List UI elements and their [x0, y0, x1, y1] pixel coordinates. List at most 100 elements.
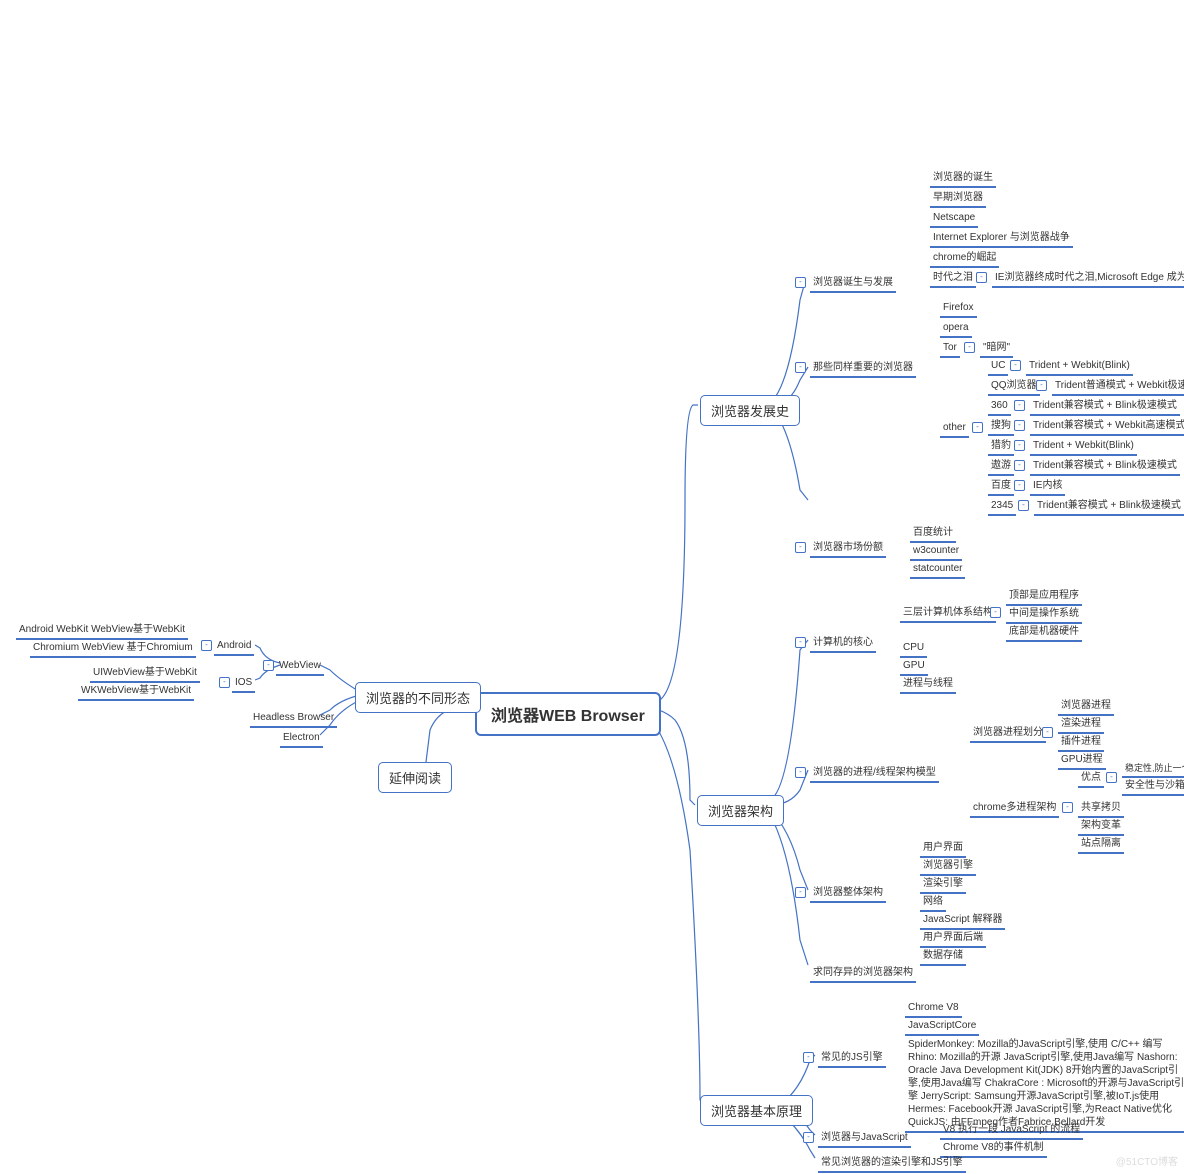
leaf-t3[interactable]: 底部是机器硬件: [1006, 624, 1082, 642]
hub-reading[interactable]: 延伸阅读: [378, 762, 452, 793]
node-core[interactable]: 计算机的核心: [810, 635, 876, 653]
leaf-w7[interactable]: 数据存储: [920, 948, 966, 966]
toggle-icon[interactable]: -: [990, 607, 1001, 618]
node-share[interactable]: 浏览器市场份额: [810, 540, 886, 558]
toggle-icon[interactable]: -: [795, 637, 806, 648]
toggle-icon[interactable]: -: [1014, 440, 1025, 451]
leaf-m3[interactable]: 站点隔离: [1078, 836, 1124, 854]
node-rend[interactable]: 常见浏览器的渲染引擎和JS引擎: [818, 1155, 966, 1173]
node-important[interactable]: 那些同样重要的浏览器: [810, 360, 916, 378]
toggle-icon[interactable]: -: [1014, 480, 1025, 491]
toggle-icon[interactable]: -: [1014, 400, 1025, 411]
leaf-bd[interactable]: 百度: [988, 478, 1014, 496]
toggle-icon[interactable]: -: [1062, 802, 1073, 813]
leaf-op[interactable]: opera: [940, 320, 972, 338]
leaf-adv[interactable]: 优点: [1078, 770, 1104, 788]
node-birth-dev[interactable]: 浏览器诞生与发展: [810, 275, 896, 293]
leaf-qqn[interactable]: Trident普通模式 + Webkit极速模式: [1052, 378, 1184, 396]
leaf-sgn[interactable]: Trident兼容模式 + Webkit高速模式: [1030, 418, 1184, 436]
leaf-w4[interactable]: 网络: [920, 894, 946, 912]
leaf-2345[interactable]: 2345: [988, 498, 1016, 516]
toggle-icon[interactable]: -: [219, 677, 230, 688]
hub-forms[interactable]: 浏览器的不同形态: [355, 682, 481, 713]
root-node[interactable]: 浏览器WEB Browser: [475, 692, 661, 736]
leaf-a2[interactable]: 安全性与沙箱化: [1122, 778, 1184, 796]
toggle-icon[interactable]: -: [795, 542, 806, 553]
toggle-icon[interactable]: -: [803, 1132, 814, 1143]
node-whole[interactable]: 浏览器整体架构: [810, 885, 886, 903]
leaf-m2[interactable]: 架构变革: [1078, 818, 1124, 836]
toggle-icon[interactable]: -: [1014, 460, 1025, 471]
leaf-a2[interactable]: Chromium WebView 基于Chromium: [30, 640, 196, 658]
leaf-jsc[interactable]: JavaScriptCore: [905, 1018, 979, 1036]
hub-arch[interactable]: 浏览器架构: [697, 795, 784, 826]
node-diff[interactable]: 求同存异的浏览器架构: [810, 965, 916, 983]
leaf-w3[interactable]: 渲染引擎: [920, 876, 966, 894]
leaf-gpu[interactable]: GPU: [900, 658, 928, 676]
leaf-f1[interactable]: V8 执行一段 JavaScript 的流程: [940, 1122, 1083, 1140]
leaf-thr[interactable]: 进程与线程: [900, 676, 956, 694]
leaf-i2[interactable]: WKWebView基于WebKit: [78, 683, 194, 701]
leaf-360[interactable]: 360: [988, 398, 1011, 416]
leaf-jslong[interactable]: SpiderMonkey: Mozilla的JavaScript引擎,使用 C/…: [905, 1036, 1184, 1133]
toggle-icon[interactable]: -: [803, 1052, 814, 1063]
leaf-w2[interactable]: 浏览器引擎: [920, 858, 976, 876]
node-proc[interactable]: 浏览器的进程/线程架构模型: [810, 765, 939, 783]
leaf-b6a[interactable]: IE浏览器终成时代之泪,Microsoft Edge 成为Win11默认浏览器: [992, 270, 1184, 288]
leaf-a1[interactable]: 稳定性,防止一个页面崩溃影响整个浏览器: [1122, 760, 1184, 778]
leaf-i1[interactable]: UIWebView基于WebKit: [90, 665, 200, 683]
toggle-icon[interactable]: -: [201, 640, 212, 651]
leaf-d1[interactable]: 浏览器进程: [1058, 698, 1114, 716]
leaf-d2[interactable]: 渲染进程: [1058, 716, 1104, 734]
leaf-uc[interactable]: UC: [988, 358, 1008, 376]
leaf-lbn[interactable]: Trident + Webkit(Blink): [1030, 438, 1137, 456]
leaf-div[interactable]: 浏览器进程划分: [970, 725, 1046, 743]
toggle-icon[interactable]: -: [964, 342, 975, 353]
node-ios[interactable]: IOS: [232, 675, 255, 693]
leaf-w5[interactable]: JavaScript 解释器: [920, 912, 1005, 930]
leaf-w6[interactable]: 用户界面后端: [920, 930, 986, 948]
toggle-icon[interactable]: -: [1036, 380, 1047, 391]
leaf-d4[interactable]: GPU进程: [1058, 752, 1106, 770]
leaf-lb[interactable]: 猎豹: [988, 438, 1014, 456]
toggle-icon[interactable]: -: [795, 767, 806, 778]
leaf-b2[interactable]: 早期浏览器: [930, 190, 986, 208]
leaf-b6[interactable]: 时代之泪: [930, 270, 976, 288]
leaf-qq[interactable]: QQ浏览器: [988, 378, 1040, 396]
toggle-icon[interactable]: -: [1014, 420, 1025, 431]
hub-principle[interactable]: 浏览器基本原理: [700, 1095, 813, 1126]
toggle-icon[interactable]: -: [976, 272, 987, 283]
hub-history[interactable]: 浏览器发展史: [700, 395, 800, 426]
toggle-icon[interactable]: -: [795, 362, 806, 373]
leaf-b5[interactable]: chrome的崛起: [930, 250, 999, 268]
leaf-360n[interactable]: Trident兼容模式 + Blink极速模式: [1030, 398, 1180, 416]
leaf-w3c[interactable]: w3counter: [910, 543, 962, 561]
toggle-icon[interactable]: -: [1042, 727, 1053, 738]
leaf-b4[interactable]: Internet Explorer 与浏览器战争: [930, 230, 1073, 248]
leaf-a1[interactable]: Android WebKit WebView基于WebKit: [16, 622, 188, 640]
leaf-sg[interactable]: 搜狗: [988, 418, 1014, 436]
node-android[interactable]: Android: [214, 638, 254, 656]
leaf-t2[interactable]: 中间是操作系统: [1006, 606, 1082, 624]
toggle-icon[interactable]: -: [1010, 360, 1021, 371]
node-bj[interactable]: 浏览器与JavaScript: [818, 1130, 911, 1148]
leaf-tier[interactable]: 三层计算机体系结构: [900, 605, 996, 623]
leaf-cpu[interactable]: CPU: [900, 640, 927, 658]
leaf-m1[interactable]: 共享拷贝: [1078, 800, 1124, 818]
leaf-ay[interactable]: 遨游: [988, 458, 1014, 476]
toggle-icon[interactable]: -: [795, 887, 806, 898]
leaf-tor[interactable]: Tor: [940, 340, 960, 358]
leaf-tornote[interactable]: "暗网": [980, 340, 1013, 358]
leaf-b3[interactable]: Netscape: [930, 210, 978, 228]
leaf-2345n[interactable]: Trident兼容模式 + Blink极速模式: [1034, 498, 1184, 516]
leaf-t1[interactable]: 顶部是应用程序: [1006, 588, 1082, 606]
leaf-ucn[interactable]: Trident + Webkit(Blink): [1026, 358, 1133, 376]
leaf-w1[interactable]: 用户界面: [920, 840, 966, 858]
node-headless[interactable]: Headless Browser: [250, 710, 337, 728]
toggle-icon[interactable]: -: [1106, 772, 1117, 783]
leaf-v8[interactable]: Chrome V8: [905, 1000, 962, 1018]
leaf-fx[interactable]: Firefox: [940, 300, 977, 318]
toggle-icon[interactable]: -: [263, 660, 274, 671]
leaf-bds[interactable]: 百度统计: [910, 525, 956, 543]
leaf-stc[interactable]: statcounter: [910, 561, 965, 579]
